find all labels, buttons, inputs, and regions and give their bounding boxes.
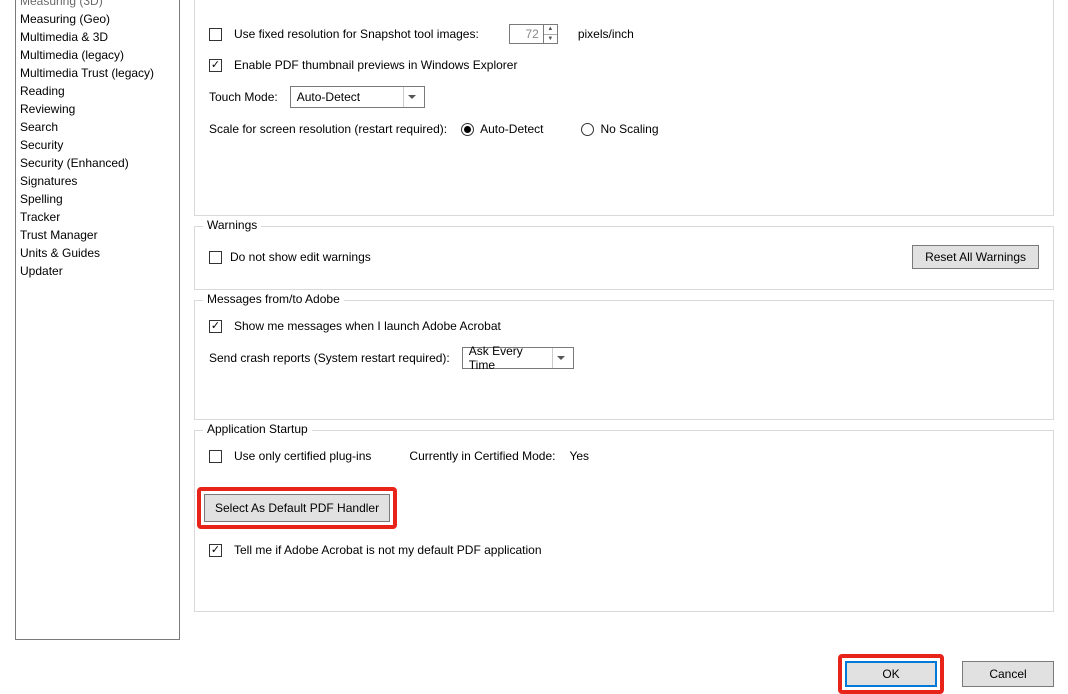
certified-plugins-checkbox[interactable] (209, 450, 222, 463)
sidebar-item[interactable]: Measuring (3D) (16, 0, 179, 10)
crash-reports-value: Ask Every Time (469, 344, 552, 372)
ok-button[interactable]: OK (845, 661, 937, 687)
chevron-down-icon (552, 348, 569, 368)
sidebar-item[interactable]: Multimedia Trust (legacy) (16, 64, 179, 82)
ok-highlight: OK (838, 654, 944, 694)
touch-mode-dropdown[interactable]: Auto-Detect (290, 86, 425, 108)
no-scaling-label: No Scaling (600, 122, 658, 136)
thumbnail-previews-label: Enable PDF thumbnail previews in Windows… (234, 58, 517, 72)
no-edit-warnings-checkbox[interactable] (209, 251, 222, 264)
auto-detect-label: Auto-Detect (480, 122, 543, 136)
default-pdf-handler-button[interactable]: Select As Default PDF Handler (204, 494, 390, 522)
show-messages-label: Show me messages when I launch Adobe Acr… (234, 319, 501, 333)
sidebar-item[interactable]: Updater (16, 262, 179, 280)
tell-me-default-checkbox[interactable] (209, 544, 222, 557)
sidebar-item[interactable]: Multimedia & 3D (16, 28, 179, 46)
messages-group: Messages from/to Adobe Show me messages … (194, 300, 1054, 420)
thumbnail-previews-checkbox[interactable] (209, 59, 222, 72)
sidebar-item[interactable]: Spelling (16, 190, 179, 208)
touch-mode-label: Touch Mode: (209, 90, 278, 104)
sidebar-item[interactable]: Signatures (16, 172, 179, 190)
crash-reports-label: Send crash reports (System restart requi… (209, 351, 450, 365)
auto-detect-radio[interactable] (461, 123, 474, 136)
no-edit-warnings-label: Do not show edit warnings (230, 250, 371, 264)
cancel-button[interactable]: Cancel (962, 661, 1054, 687)
default-handler-highlight: Select As Default PDF Handler (197, 487, 397, 529)
sidebar-item[interactable]: Security (Enhanced) (16, 154, 179, 172)
scale-resolution-label: Scale for screen resolution (restart req… (209, 122, 447, 136)
fixed-resolution-label: Use fixed resolution for Snapshot tool i… (234, 27, 479, 41)
no-scaling-radio[interactable] (581, 123, 594, 136)
sidebar-item[interactable]: Search (16, 118, 179, 136)
certified-mode-label: Currently in Certified Mode: (409, 449, 555, 463)
sidebar-item[interactable]: Reviewing (16, 100, 179, 118)
tell-me-default-label: Tell me if Adobe Acrobat is not my defau… (234, 543, 542, 557)
sidebar-item[interactable]: Measuring (Geo) (16, 10, 179, 28)
reset-warnings-button[interactable]: Reset All Warnings (912, 245, 1039, 269)
startup-group: Application Startup Use only certified p… (194, 430, 1054, 612)
fixed-resolution-spinner[interactable]: ▲▼ (543, 24, 558, 44)
sidebar-item[interactable]: Units & Guides (16, 244, 179, 262)
sidebar-item[interactable]: Tracker (16, 208, 179, 226)
sidebar-item[interactable]: Multimedia (legacy) (16, 46, 179, 64)
fixed-resolution-input[interactable] (509, 24, 544, 44)
startup-title: Application Startup (203, 422, 312, 436)
certified-mode-value: Yes (569, 449, 589, 463)
fixed-resolution-checkbox[interactable] (209, 28, 222, 41)
pixels-per-inch-label: pixels/inch (578, 27, 634, 41)
messages-title: Messages from/to Adobe (203, 292, 344, 306)
certified-plugins-label: Use only certified plug-ins (234, 449, 371, 463)
warnings-title: Warnings (203, 218, 261, 232)
sidebar-item[interactable]: Security (16, 136, 179, 154)
crash-reports-dropdown[interactable]: Ask Every Time (462, 347, 574, 369)
show-messages-checkbox[interactable] (209, 320, 222, 333)
warnings-group: Warnings Do not show edit warnings Reset… (194, 226, 1054, 290)
categories-list[interactable]: Measuring (3D) Measuring (Geo) Multimedi… (15, 0, 180, 640)
general-group: Use fixed resolution for Snapshot tool i… (194, 0, 1054, 216)
dialog-footer: OK Cancel (0, 640, 1068, 694)
chevron-down-icon (403, 87, 420, 107)
touch-mode-value: Auto-Detect (297, 90, 360, 104)
sidebar-item[interactable]: Reading (16, 82, 179, 100)
sidebar-item[interactable]: Trust Manager (16, 226, 179, 244)
